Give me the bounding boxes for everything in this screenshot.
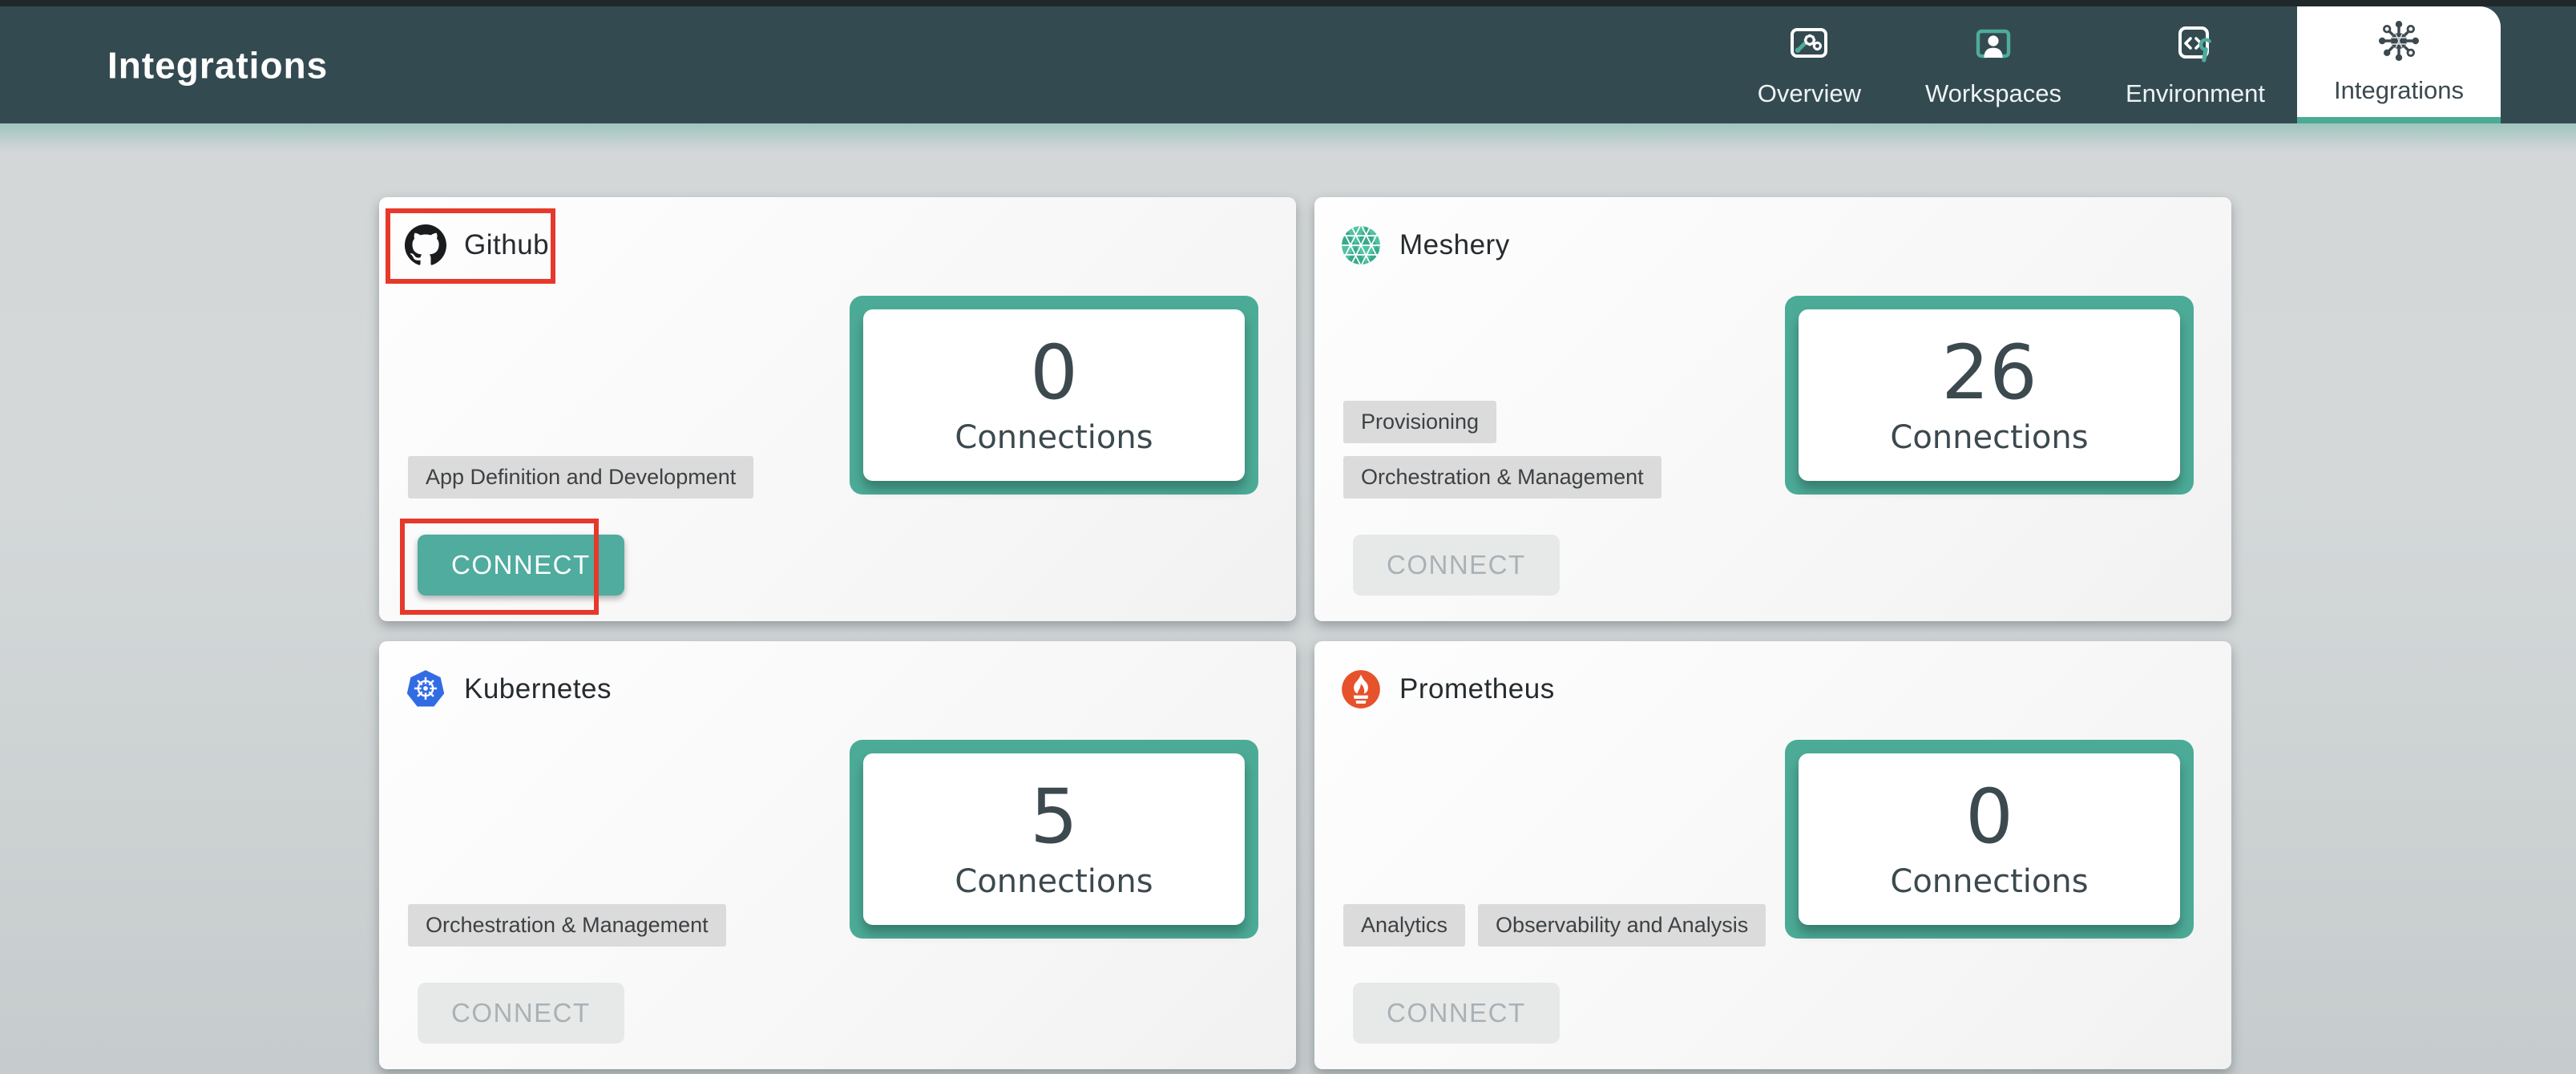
integration-card-github: Github 0 Connections App Definition and …: [379, 197, 1296, 621]
kubernetes-logo-icon: [405, 668, 446, 710]
connections-box: 5 Connections: [850, 740, 1258, 939]
connections-count: 5: [1030, 778, 1078, 858]
category-chips: Orchestration & Management: [408, 904, 726, 947]
card-header: Kubernetes: [405, 668, 612, 710]
category-chip: Analytics: [1343, 904, 1465, 947]
connect-button[interactable]: CONNECT: [418, 983, 624, 1044]
connections-box: 0 Connections: [1785, 740, 2194, 939]
connections-count: 26: [1941, 334, 2037, 414]
connections-label: Connections: [955, 419, 1153, 456]
card-header: Prometheus: [1340, 668, 1555, 710]
card-header: Github: [405, 224, 549, 266]
card-header: Meshery: [1340, 224, 1510, 266]
category-chip: App Definition and Development: [408, 456, 753, 499]
integration-card-kubernetes: Kubernetes 5 Connections Orchestration &…: [379, 641, 1296, 1069]
category-chips: Provisioning Orchestration & Management: [1343, 401, 1661, 499]
meshery-logo-icon: [1340, 224, 1382, 266]
card-title: Kubernetes: [464, 673, 612, 705]
tab-integrations-label: Integrations: [2334, 76, 2464, 105]
connect-button[interactable]: CONNECT: [1353, 535, 1560, 596]
category-chips: App Definition and Development: [408, 456, 753, 499]
tab-overview-label: Overview: [1758, 79, 1861, 108]
github-logo-icon: [405, 224, 446, 266]
connect-button[interactable]: CONNECT: [418, 535, 624, 596]
window-top-strip: [0, 0, 2576, 6]
connections-label: Connections: [1890, 863, 2088, 900]
connections-label: Connections: [1890, 419, 2088, 456]
category-chip: Orchestration & Management: [408, 904, 726, 947]
category-chip: Observability and Analysis: [1478, 904, 1766, 947]
integration-card-prometheus: Prometheus 0 Connections Analytics Obser…: [1314, 641, 2231, 1069]
connections-count: 0: [1030, 334, 1078, 414]
integrations-icon: [2376, 18, 2421, 63]
page-title: Integrations: [107, 43, 328, 87]
connect-button[interactable]: CONNECT: [1353, 983, 1560, 1044]
integration-card-meshery: Meshery 26 Connections Provisioning Orch…: [1314, 197, 2231, 621]
connections-count: 0: [1965, 778, 2013, 858]
top-nav: Overview Workspaces Envir: [1726, 6, 2501, 123]
environment-icon: [2173, 22, 2218, 67]
connections-label: Connections: [955, 863, 1153, 900]
connections-box: 26 Connections: [1785, 296, 2194, 495]
card-title: Prometheus: [1399, 673, 1555, 705]
app-header: Integrations Overview: [0, 0, 2576, 123]
tab-overview[interactable]: Overview: [1726, 6, 1893, 123]
tab-environment[interactable]: Environment: [2094, 6, 2297, 123]
tab-environment-label: Environment: [2126, 79, 2265, 108]
tab-workspaces[interactable]: Workspaces: [1893, 6, 2094, 123]
card-title: Meshery: [1399, 229, 1510, 261]
category-chip: Orchestration & Management: [1343, 456, 1661, 499]
tab-workspaces-label: Workspaces: [1925, 79, 2061, 108]
overview-icon: [1787, 22, 1831, 67]
card-title: Github: [464, 229, 549, 261]
workspaces-icon: [1971, 22, 2016, 67]
prometheus-logo-icon: [1340, 668, 1382, 710]
tab-integrations[interactable]: Integrations: [2297, 6, 2501, 123]
header-glow: [0, 123, 2576, 151]
connections-box: 0 Connections: [850, 296, 1258, 495]
category-chip: Provisioning: [1343, 401, 1496, 443]
category-chips: Analytics Observability and Analysis: [1343, 904, 1766, 947]
